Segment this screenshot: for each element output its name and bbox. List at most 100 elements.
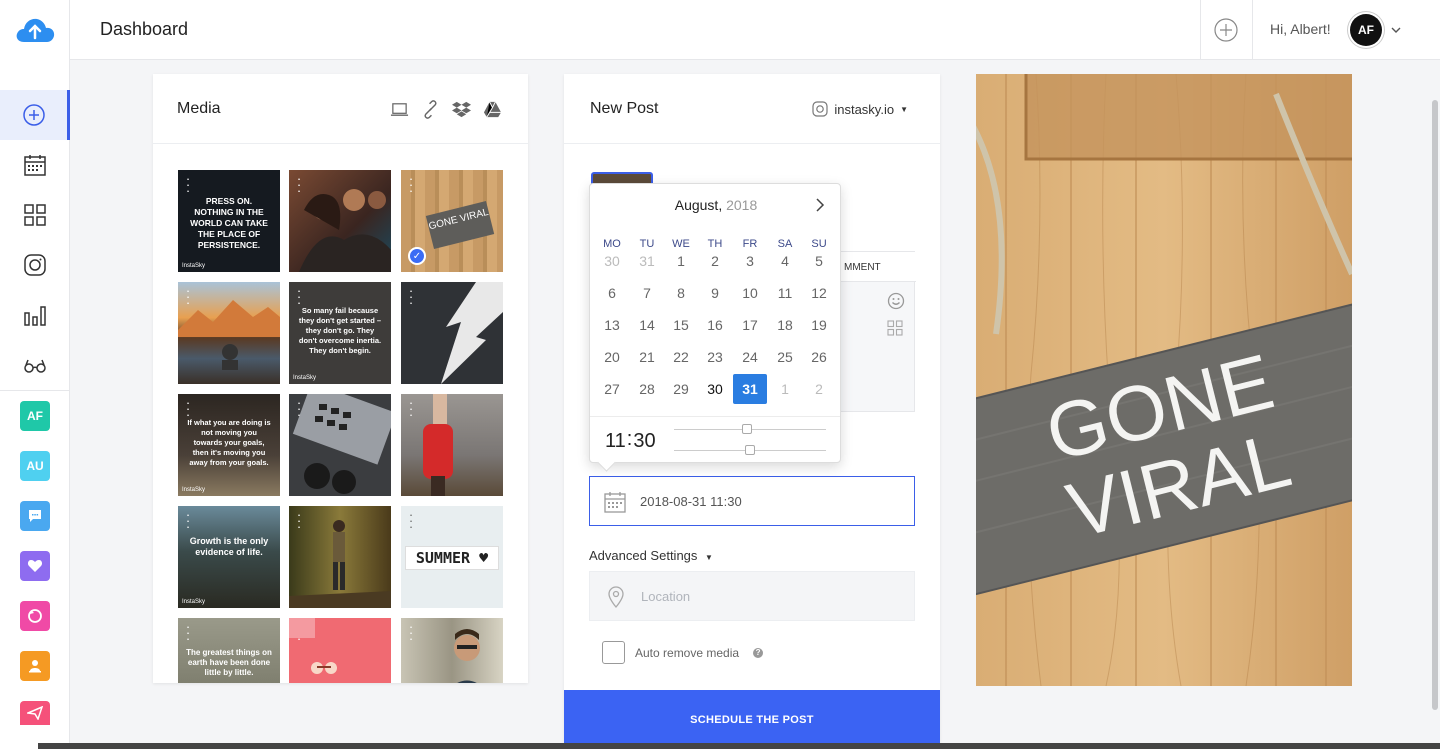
media-item[interactable]: · · · GONE VIRAL ✓ (401, 170, 503, 272)
calendar-day[interactable]: 24 (733, 342, 767, 372)
calendar-day[interactable]: 19 (802, 310, 836, 340)
calendar-day[interactable]: 5 (802, 246, 836, 276)
media-item[interactable]: ··· (401, 282, 503, 384)
nav-analytics[interactable] (0, 290, 70, 340)
media-item[interactable]: · · · SUMMER ♥ (401, 506, 503, 608)
message-icon (29, 510, 41, 522)
account-person[interactable] (20, 651, 50, 681)
calendar-day[interactable]: 25 (768, 342, 802, 372)
media-item[interactable]: ··· (401, 618, 503, 683)
schedule-post-button[interactable]: SCHEDULE THE POST (564, 690, 940, 749)
add-circle-icon[interactable] (1214, 18, 1238, 42)
calendar-day[interactable]: 17 (733, 310, 767, 340)
upload-dropbox-button[interactable] (452, 100, 471, 124)
calendar-day[interactable]: 23 (698, 342, 732, 372)
advanced-settings-toggle[interactable]: Advanced Settings ▼ (589, 548, 713, 563)
calendar-day[interactable]: 1 (664, 246, 698, 276)
upload-link-button[interactable] (421, 100, 440, 124)
more-icon[interactable]: ··· (185, 172, 191, 197)
cloud-logo-icon[interactable] (14, 16, 56, 44)
account-heart[interactable] (20, 551, 50, 581)
calendar-day[interactable]: 2 (802, 374, 836, 404)
calendar-day[interactable]: 27 (595, 374, 629, 404)
account-au[interactable]: AU (20, 451, 50, 481)
calendar-day[interactable]: 9 (698, 278, 732, 308)
minute-slider[interactable] (674, 445, 826, 455)
calendar-day[interactable]: 15 (664, 310, 698, 340)
hour-slider[interactable] (674, 424, 826, 434)
account-refresh[interactable] (20, 601, 50, 631)
calendar-day[interactable]: 30 (698, 374, 732, 404)
calendar-day[interactable]: 3 (733, 246, 767, 276)
upload-drive-button[interactable] (483, 100, 502, 124)
new-post-header: New Post instasky.io ▼ (564, 74, 940, 144)
media-item[interactable]: · · · The greatest things on earth have be… (178, 618, 280, 683)
chevron-right-icon[interactable] (814, 198, 826, 212)
more-icon[interactable]: ··· (296, 284, 302, 309)
minute-slider-handle[interactable] (745, 445, 755, 455)
account-message[interactable] (20, 501, 50, 531)
chevron-down-icon[interactable] (1390, 24, 1402, 36)
more-icon[interactable]: ··· (185, 396, 191, 421)
instagram-icon (812, 101, 828, 117)
calendar-day[interactable]: 18 (768, 310, 802, 340)
calendar-day[interactable]: 29 (664, 374, 698, 404)
more-icon[interactable]: ··· (185, 508, 191, 533)
more-icon[interactable]: ··· (408, 508, 414, 533)
nav-calendar[interactable] (0, 140, 70, 190)
schedule-date-input[interactable]: 2018-08-31 11:30 (589, 476, 915, 526)
nav-new-post[interactable] (0, 90, 70, 140)
calendar-day[interactable]: 13 (595, 310, 629, 340)
calendar-day[interactable]: 30 (595, 246, 629, 276)
calendar-day[interactable]: 14 (630, 310, 664, 340)
media-item[interactable]: ··· (289, 394, 391, 496)
help-icon[interactable]: ? (753, 647, 764, 658)
calendar-day[interactable]: 4 (768, 246, 802, 276)
calendar-day[interactable]: 10 (733, 278, 767, 308)
media-item[interactable]: · · · If what you are doing is not moving … (178, 394, 280, 496)
calendar-day[interactable]: 31 (630, 246, 664, 276)
account-send[interactable] (20, 701, 50, 725)
media-item[interactable]: ··· (289, 618, 391, 683)
nav-glasses[interactable] (0, 340, 70, 390)
user-avatar[interactable]: AF (1350, 14, 1382, 46)
account-selector[interactable]: instasky.io ▼ (812, 101, 908, 117)
calendar-day[interactable]: 28 (630, 374, 664, 404)
grid-icon[interactable] (887, 320, 903, 336)
media-item[interactable]: · · · PRESS ON. NOTHING IN THE WORLD CAN T… (178, 170, 280, 272)
nav-grid[interactable] (0, 190, 70, 240)
more-icon[interactable]: ··· (408, 172, 414, 197)
datepicker-month-label: August, 2018 (590, 197, 842, 213)
calendar-day[interactable]: 12 (802, 278, 836, 308)
calendar-day[interactable]: 11 (768, 278, 802, 308)
calendar-day-selected[interactable]: 31 (733, 374, 767, 404)
calendar-day[interactable]: 16 (698, 310, 732, 340)
media-item[interactable]: ··· (178, 282, 280, 384)
location-input[interactable]: Location (589, 571, 915, 621)
calendar-icon (604, 492, 626, 513)
calendar-day[interactable]: 6 (595, 278, 629, 308)
media-item[interactable]: · · · Growth is the only evidence of life.… (178, 506, 280, 608)
calendar-day[interactable]: 7 (630, 278, 664, 308)
calendar-day[interactable]: 20 (595, 342, 629, 372)
media-item[interactable]: ··· (401, 394, 503, 496)
media-item[interactable]: ··· (289, 170, 391, 272)
auto-remove-checkbox[interactable] (602, 641, 625, 664)
upload-computer-button[interactable] (390, 100, 409, 124)
more-icon[interactable]: ··· (185, 620, 191, 645)
media-item[interactable]: · · · So many fail because they don't get … (289, 282, 391, 384)
account-af[interactable]: AF (20, 401, 50, 431)
media-item[interactable]: ··· (289, 506, 391, 608)
hour-slider-handle[interactable] (742, 424, 752, 434)
page-scrollbar[interactable] (1432, 100, 1438, 710)
tab-comment[interactable]: MMENT (840, 252, 916, 282)
nav-instagram[interactable] (0, 240, 70, 290)
emoji-icon[interactable] (887, 292, 905, 310)
calendar-day[interactable]: 1 (768, 374, 802, 404)
calendar-day[interactable]: 26 (802, 342, 836, 372)
calendar-day[interactable]: 21 (630, 342, 664, 372)
calendar-day[interactable]: 2 (698, 246, 732, 276)
calendar-day[interactable]: 8 (664, 278, 698, 308)
person-icon (29, 660, 41, 673)
calendar-day[interactable]: 22 (664, 342, 698, 372)
